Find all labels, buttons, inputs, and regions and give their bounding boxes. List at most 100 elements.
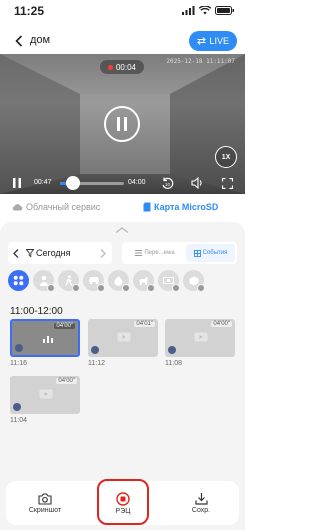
segment-overview[interactable]: Пере...ewa [124,244,186,262]
pause-icon [13,178,21,188]
chevron-right-icon [100,248,106,258]
clip-thumbnail[interactable]: 04'00" [10,376,80,414]
clip-avatar [15,344,23,352]
tab-cloud-service[interactable]: Облачный сервис [12,202,100,212]
category-motion[interactable] [58,270,80,292]
lock-icon [172,284,180,292]
svg-text:10: 10 [164,182,170,187]
chart-icon [43,336,53,343]
back-button[interactable] [8,30,30,52]
video-icon [117,332,131,342]
video-icon [194,332,208,342]
sd-card-icon [143,202,151,212]
date-selector: Сегодня [8,242,112,264]
fullscreen-icon [221,177,233,189]
segment-events-label: События [202,250,228,256]
clip-avatar [168,346,176,354]
status-bar: 11:25 [0,0,245,24]
lock-icon [147,284,155,292]
clip-time: 11:08 [165,360,182,367]
filter-icon [26,249,34,257]
seek-handle[interactable] [65,176,80,190]
dog-icon [139,276,148,285]
lock-icon [72,284,80,292]
lock-icon [122,284,130,292]
nav-bar: дом LIVE [0,28,245,54]
clip-avatar [91,346,99,354]
category-fire[interactable] [108,270,130,292]
video-icon [39,389,53,399]
screenshot-button[interactable]: Скриншот [15,481,75,525]
fullscreen-button[interactable] [220,176,234,190]
record-dot-icon [107,64,113,70]
category-person[interactable] [33,270,55,292]
status-icons [182,6,235,15]
recording-time: 00:04 [115,62,137,72]
filter-row: Сегодня Пере...ewa События [8,242,237,264]
segment-overview-label: Пере...ewa [144,250,175,256]
clip-time: 11:16 [10,360,27,367]
download-icon [194,493,208,505]
rewind-10-button[interactable]: 10 [160,176,174,190]
status-time: 11:25 [14,4,45,18]
clip-thumbnail[interactable]: 04'01" [88,319,158,357]
chevron-up-icon[interactable] [114,226,130,234]
volume-button[interactable] [190,176,204,190]
pause-small-button[interactable] [10,176,24,190]
clip-duration: 04'00" [56,378,77,384]
end-time: 04:00 [128,179,146,186]
clip-duration: 04'00" [54,323,75,329]
time-range-header: 11:00-12:00 [10,306,63,317]
grid-icon [13,275,24,286]
person-icon [39,275,48,286]
video-timestamp: 2025-12-18 11:11:07 [166,58,235,65]
storage-tabs: Облачный сервис Карта MicroSD [0,200,245,218]
screenshot-label: Скриншот [28,506,62,514]
live-label: LIVE [209,36,229,46]
category-all[interactable] [8,270,29,291]
category-vehicle[interactable] [83,270,105,292]
battery-icon [215,6,234,15]
walker-icon [64,275,73,286]
chevron-left-icon [13,248,19,258]
next-day-button[interactable] [96,242,110,264]
save-button[interactable]: Сохр. [171,481,231,525]
tab-microsd[interactable]: Карта MicroSD [143,202,218,212]
recording-indicator: 00:04 [100,60,144,74]
video-player[interactable]: 00:04 2025-12-18 11:11:07 1X 00:47 04:00… [0,54,245,194]
clip-avatar [13,403,21,411]
swap-icon [197,37,207,45]
tab-cloud-label: Облачный сервис [26,202,101,212]
car-icon [88,277,99,285]
bottom-action-bar: Скриншот РЭЦ Сохр. [6,479,239,525]
date-filter-button[interactable]: Сегодня [26,248,71,258]
category-package[interactable] [183,270,205,292]
page-title: дом [30,34,51,46]
chevron-left-icon [15,35,23,47]
lock-icon [97,284,105,292]
camera-icon [38,492,52,505]
previous-day-button[interactable] [8,242,24,264]
live-button[interactable]: LIVE [189,31,237,51]
volume-icon [190,177,202,189]
clip-thumbnail[interactable]: 04'00" [10,319,80,357]
clip-time: 11:04 [10,417,27,424]
wifi-icon [199,6,211,15]
clip-time: 11:12 [88,360,105,367]
category-pet[interactable] [133,270,155,292]
event-categories [8,270,237,292]
lock-icon [197,284,205,292]
segment-events[interactable]: События [186,244,235,262]
box-icon [189,276,198,285]
playback-controls: 00:47 04:00 10 [0,172,245,194]
clip-duration: 04'00" [211,321,232,327]
current-time: 00:47 [34,179,52,186]
clip-thumbnail[interactable]: 04'00" [165,319,235,357]
category-camera[interactable] [158,270,180,292]
speed-button[interactable]: 1X [215,146,237,168]
cam-icon [163,276,174,285]
pause-button[interactable] [104,106,140,142]
view-mode-toggle: Пере...ewa События [122,242,237,264]
rewind-10-icon: 10 [161,177,173,189]
tab-microsd-label: Карта MicroSD [154,202,219,212]
